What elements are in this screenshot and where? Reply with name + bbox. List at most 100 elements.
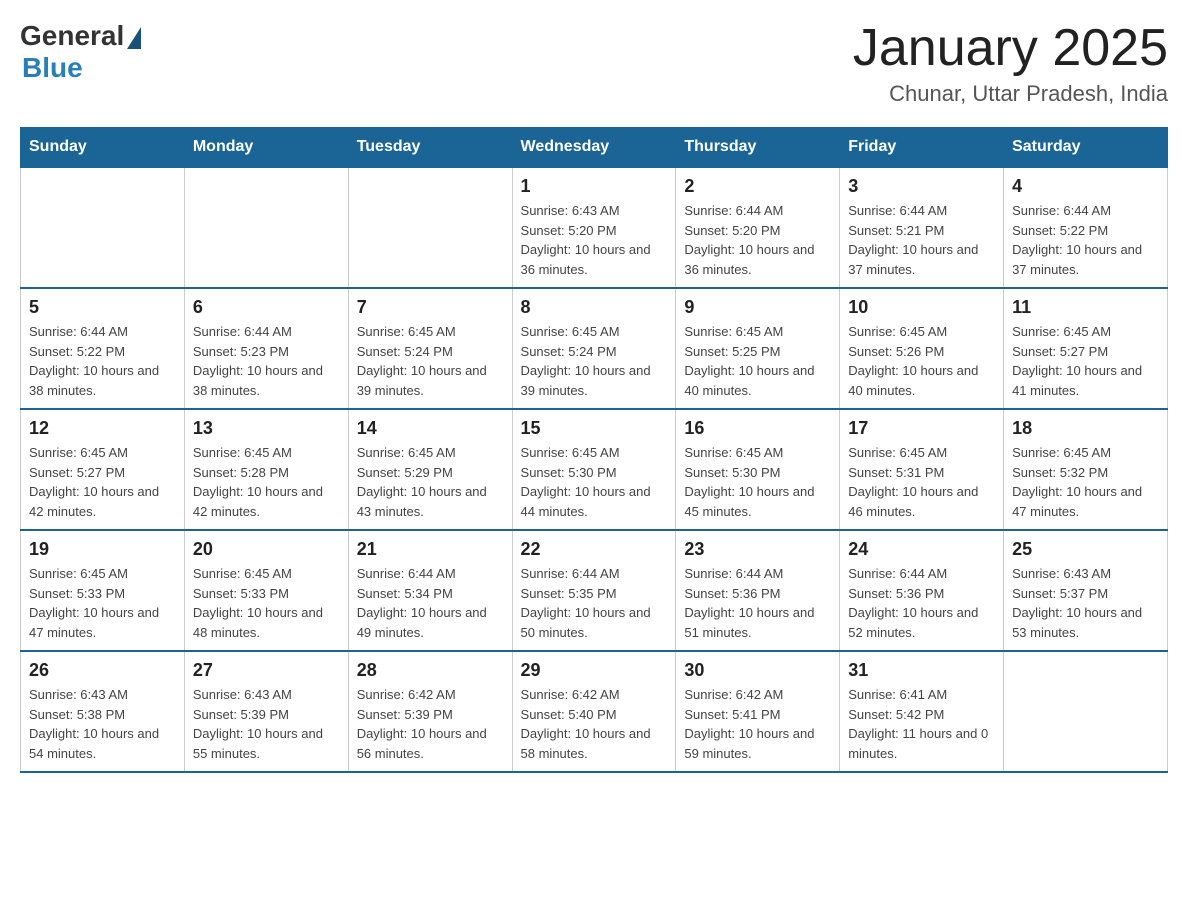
calendar-cell: 31Sunrise: 6:41 AMSunset: 5:42 PMDayligh…: [840, 651, 1004, 772]
calendar-cell: 23 Sunrise: 6:44 AMSunset: 5:36 PMDayligh…: [676, 530, 840, 651]
day-info: Sunrise: 6:44 AMSunset: 5:35 PMDaylight:…: [521, 564, 668, 642]
day-info: Sunrise: 6:42 AMSunset: 5:40 PMDaylight:…: [521, 685, 668, 763]
day-info: Sunrise: 6:45 AMSunset: 5:31 PMDaylight:…: [848, 443, 995, 521]
calendar-cell: 28 Sunrise: 6:42 AMSunset: 5:39 PMDayligh…: [348, 651, 512, 772]
calendar-cell: 24 Sunrise: 6:44 AMSunset: 5:36 PMDayligh…: [840, 530, 1004, 651]
day-info: Sunrise: 6:45 AMSunset: 5:27 PMDaylight:…: [29, 443, 176, 521]
day-number: 10: [848, 297, 995, 318]
calendar-cell: 13 Sunrise: 6:45 AMSunset: 5:28 PMDayligh…: [184, 409, 348, 530]
day-info: Sunrise: 6:45 AMSunset: 5:29 PMDaylight:…: [357, 443, 504, 521]
day-info: Sunrise: 6:45 AMSunset: 5:25 PMDaylight:…: [684, 322, 831, 400]
calendar-cell: 17 Sunrise: 6:45 AMSunset: 5:31 PMDayligh…: [840, 409, 1004, 530]
day-info: Sunrise: 6:44 AMSunset: 5:23 PMDaylight:…: [193, 322, 340, 400]
day-info: Sunrise: 6:44 AMSunset: 5:22 PMDaylight:…: [1012, 201, 1159, 279]
logo-general-text: General: [20, 20, 124, 52]
day-number: 1: [521, 176, 668, 197]
calendar-header-row: SundayMondayTuesdayWednesdayThursdayFrid…: [21, 128, 1168, 168]
calendar-header-sunday: Sunday: [21, 128, 185, 168]
calendar-cell: 22Sunrise: 6:44 AMSunset: 5:35 PMDayligh…: [512, 530, 676, 651]
calendar-header-wednesday: Wednesday: [512, 128, 676, 168]
day-info: Sunrise: 6:45 AMSunset: 5:28 PMDaylight:…: [193, 443, 340, 521]
day-info: Sunrise: 6:44 AMSunset: 5:21 PMDaylight:…: [848, 201, 995, 279]
calendar-cell: 21Sunrise: 6:44 AMSunset: 5:34 PMDayligh…: [348, 530, 512, 651]
day-info: Sunrise: 6:45 AMSunset: 5:27 PMDaylight:…: [1012, 322, 1159, 400]
calendar-cell: 8 Sunrise: 6:45 AMSunset: 5:24 PMDaylight…: [512, 288, 676, 409]
day-number: 9: [684, 297, 831, 318]
day-info: Sunrise: 6:44 AMSunset: 5:36 PMDaylight:…: [848, 564, 995, 642]
calendar-cell: 9 Sunrise: 6:45 AMSunset: 5:25 PMDaylight…: [676, 288, 840, 409]
day-info: Sunrise: 6:45 AMSunset: 5:24 PMDaylight:…: [521, 322, 668, 400]
day-number: 8: [521, 297, 668, 318]
day-info: Sunrise: 6:43 AMSunset: 5:38 PMDaylight:…: [29, 685, 176, 763]
calendar-header-saturday: Saturday: [1004, 128, 1168, 168]
logo-triangle-icon: [127, 27, 141, 49]
calendar-cell: 2 Sunrise: 6:44 AMSunset: 5:20 PMDaylight…: [676, 167, 840, 288]
calendar-table: SundayMondayTuesdayWednesdayThursdayFrid…: [20, 127, 1168, 773]
day-info: Sunrise: 6:43 AMSunset: 5:20 PMDaylight:…: [521, 201, 668, 279]
day-number: 24: [848, 539, 995, 560]
calendar-subtitle: Chunar, Uttar Pradesh, India: [853, 81, 1168, 107]
calendar-cell: 26 Sunrise: 6:43 AMSunset: 5:38 PMDayligh…: [21, 651, 185, 772]
day-number: 30: [684, 660, 831, 681]
calendar-cell: 5Sunrise: 6:44 AMSunset: 5:22 PMDaylight…: [21, 288, 185, 409]
calendar-cell: 4Sunrise: 6:44 AMSunset: 5:22 PMDaylight…: [1004, 167, 1168, 288]
calendar-cell: [1004, 651, 1168, 772]
day-number: 29: [521, 660, 668, 681]
day-info: Sunrise: 6:44 AMSunset: 5:20 PMDaylight:…: [684, 201, 831, 279]
day-info: Sunrise: 6:45 AMSunset: 5:30 PMDaylight:…: [684, 443, 831, 521]
calendar-cell: 30 Sunrise: 6:42 AMSunset: 5:41 PMDayligh…: [676, 651, 840, 772]
day-number: 28: [357, 660, 504, 681]
calendar-week-row: 26 Sunrise: 6:43 AMSunset: 5:38 PMDayligh…: [21, 651, 1168, 772]
calendar-week-row: 1 Sunrise: 6:43 AMSunset: 5:20 PMDaylight…: [21, 167, 1168, 288]
day-number: 14: [357, 418, 504, 439]
day-info: Sunrise: 6:42 AMSunset: 5:41 PMDaylight:…: [684, 685, 831, 763]
day-number: 16: [684, 418, 831, 439]
day-info: Sunrise: 6:44 AMSunset: 5:36 PMDaylight:…: [684, 564, 831, 642]
day-info: Sunrise: 6:45 AMSunset: 5:30 PMDaylight:…: [521, 443, 668, 521]
calendar-cell: 15 Sunrise: 6:45 AMSunset: 5:30 PMDayligh…: [512, 409, 676, 530]
calendar-cell: [348, 167, 512, 288]
day-number: 3: [848, 176, 995, 197]
calendar-cell: 20Sunrise: 6:45 AMSunset: 5:33 PMDayligh…: [184, 530, 348, 651]
day-number: 25: [1012, 539, 1159, 560]
calendar-cell: 7Sunrise: 6:45 AMSunset: 5:24 PMDaylight…: [348, 288, 512, 409]
day-number: 13: [193, 418, 340, 439]
day-number: 26: [29, 660, 176, 681]
calendar-cell: 6Sunrise: 6:44 AMSunset: 5:23 PMDaylight…: [184, 288, 348, 409]
calendar-cell: 11 Sunrise: 6:45 AMSunset: 5:27 PMDayligh…: [1004, 288, 1168, 409]
day-number: 19: [29, 539, 176, 560]
calendar-cell: 10 Sunrise: 6:45 AMSunset: 5:26 PMDayligh…: [840, 288, 1004, 409]
day-number: 12: [29, 418, 176, 439]
calendar-cell: 3 Sunrise: 6:44 AMSunset: 5:21 PMDaylight…: [840, 167, 1004, 288]
day-number: 27: [193, 660, 340, 681]
day-info: Sunrise: 6:45 AMSunset: 5:32 PMDaylight:…: [1012, 443, 1159, 521]
calendar-cell: 29 Sunrise: 6:42 AMSunset: 5:40 PMDayligh…: [512, 651, 676, 772]
calendar-cell: 14 Sunrise: 6:45 AMSunset: 5:29 PMDayligh…: [348, 409, 512, 530]
day-number: 2: [684, 176, 831, 197]
calendar-week-row: 5Sunrise: 6:44 AMSunset: 5:22 PMDaylight…: [21, 288, 1168, 409]
day-number: 15: [521, 418, 668, 439]
calendar-cell: 18 Sunrise: 6:45 AMSunset: 5:32 PMDayligh…: [1004, 409, 1168, 530]
calendar-cell: [184, 167, 348, 288]
calendar-cell: 16 Sunrise: 6:45 AMSunset: 5:30 PMDayligh…: [676, 409, 840, 530]
calendar-cell: 1 Sunrise: 6:43 AMSunset: 5:20 PMDaylight…: [512, 167, 676, 288]
calendar-cell: 12 Sunrise: 6:45 AMSunset: 5:27 PMDayligh…: [21, 409, 185, 530]
calendar-cell: 25Sunrise: 6:43 AMSunset: 5:37 PMDayligh…: [1004, 530, 1168, 651]
day-number: 17: [848, 418, 995, 439]
page-header: General Blue January 2025 Chunar, Uttar …: [20, 20, 1168, 107]
day-info: Sunrise: 6:45 AMSunset: 5:26 PMDaylight:…: [848, 322, 995, 400]
calendar-week-row: 12 Sunrise: 6:45 AMSunset: 5:27 PMDayligh…: [21, 409, 1168, 530]
day-info: Sunrise: 6:42 AMSunset: 5:39 PMDaylight:…: [357, 685, 504, 763]
day-number: 5: [29, 297, 176, 318]
day-number: 11: [1012, 297, 1159, 318]
calendar-cell: 27 Sunrise: 6:43 AMSunset: 5:39 PMDayligh…: [184, 651, 348, 772]
day-number: 18: [1012, 418, 1159, 439]
logo: General Blue: [20, 20, 141, 84]
day-info: Sunrise: 6:45 AMSunset: 5:33 PMDaylight:…: [29, 564, 176, 642]
logo-blue-text: Blue: [22, 52, 83, 84]
day-info: Sunrise: 6:45 AMSunset: 5:24 PMDaylight:…: [357, 322, 504, 400]
calendar-cell: [21, 167, 185, 288]
day-info: Sunrise: 6:43 AMSunset: 5:39 PMDaylight:…: [193, 685, 340, 763]
day-number: 23: [684, 539, 831, 560]
day-number: 31: [848, 660, 995, 681]
